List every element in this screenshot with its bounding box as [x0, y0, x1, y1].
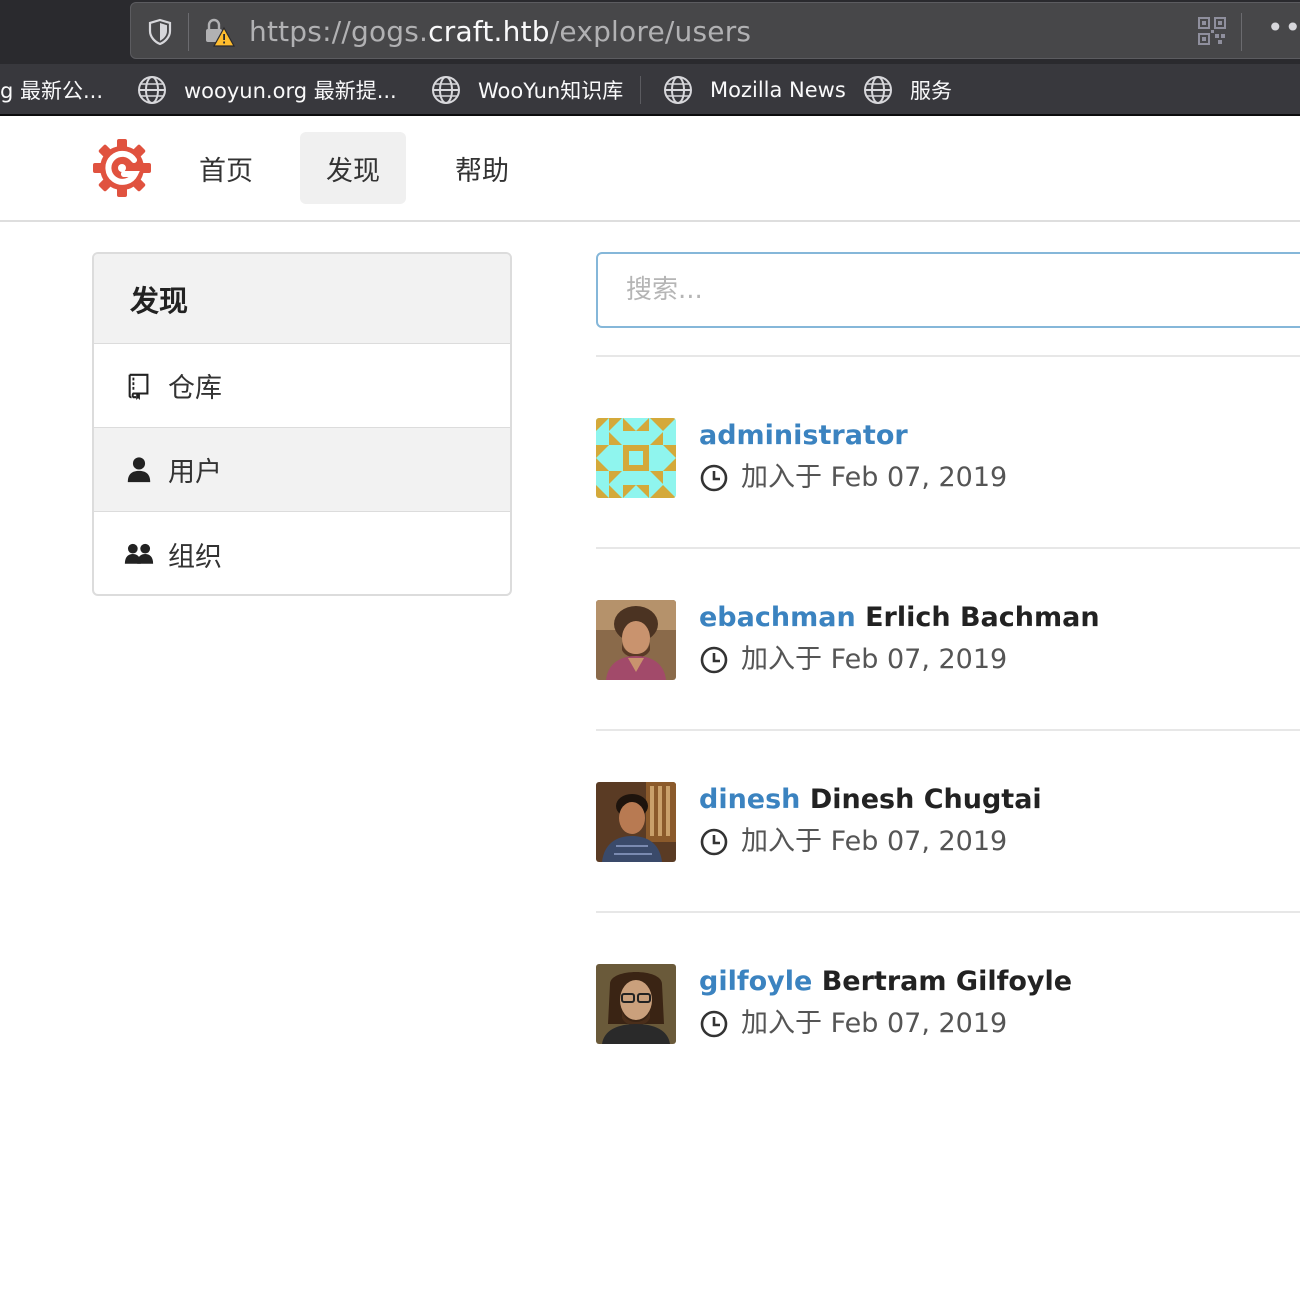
address-separator — [188, 13, 189, 51]
user-photo-icon — [596, 964, 676, 1044]
qr-code-icon[interactable] — [1197, 16, 1227, 46]
list-divider — [596, 911, 1300, 913]
user-photo-icon — [596, 782, 676, 862]
bookmark-label: Mozilla News — [710, 78, 846, 102]
nav-home[interactable]: 首页 — [173, 132, 279, 204]
bookmark-item[interactable]: 服务 — [862, 74, 952, 106]
joined-date: 加入于 Feb 07, 2019 — [741, 826, 1008, 857]
identicon-icon — [596, 418, 676, 498]
bookmark-label: WooYun知识库 — [478, 79, 624, 103]
sidebar-item-repositories[interactable]: 仓库 — [94, 344, 510, 428]
globe-icon — [432, 76, 460, 104]
joined-date: 加入于 Feb 07, 2019 — [741, 462, 1008, 493]
browser-toolbar: https://gogs.craft.htb/explore/users ••• — [0, 0, 1300, 64]
user-name-line: ebachman Erlich Bachman — [699, 600, 1100, 636]
globe-icon — [864, 76, 892, 104]
user-full-name: Erlich Bachman — [865, 602, 1100, 633]
sidebar-title: 发现 — [94, 254, 510, 344]
list-divider — [596, 729, 1300, 731]
person-icon — [124, 455, 154, 485]
url-text[interactable]: https://gogs.craft.htb/explore/users — [249, 15, 751, 49]
tracking-shield-icon[interactable] — [145, 17, 175, 47]
nav-explore[interactable]: 发现 — [300, 132, 406, 204]
list-divider — [596, 547, 1300, 549]
user-list-item: administrator 加入于 Feb 07, 2019 — [596, 418, 1300, 498]
user-joined: 加入于 Feb 07, 2019 — [699, 642, 1007, 678]
sidebar-item-label: 用户 — [168, 457, 222, 488]
avatar[interactable] — [596, 964, 676, 1044]
bookmark-item[interactable]: wooyun.org 最新提... — [136, 74, 397, 106]
avatar[interactable] — [596, 782, 676, 862]
avatar[interactable] — [596, 418, 676, 498]
user-joined: 加入于 Feb 07, 2019 — [699, 824, 1007, 860]
sidebar-item-label: 组织 — [168, 541, 222, 573]
user-name-line: dinesh Dinesh Chugtai — [699, 782, 1042, 818]
site-header: 首页 发现 帮助 — [0, 116, 1300, 222]
clock-icon — [700, 1010, 728, 1038]
user-full-name: Dinesh Chugtai — [809, 784, 1042, 815]
gogs-logo-icon[interactable] — [90, 136, 154, 200]
username-link[interactable]: ebachman — [699, 602, 856, 633]
bookmark-label: g 最新公... — [0, 79, 104, 103]
organization-icon — [124, 539, 154, 569]
address-separator-2 — [1241, 13, 1242, 51]
sidebar-item-users[interactable]: 用户 — [94, 428, 510, 512]
joined-date: 加入于 Feb 07, 2019 — [741, 1008, 1008, 1039]
clock-icon — [700, 646, 728, 674]
page-actions-more-icon[interactable]: ••• — [1267, 11, 1300, 45]
sidebar-item-label: 仓库 — [168, 373, 222, 404]
user-list-item: dinesh Dinesh Chugtai 加入于 Feb 07, 2019 — [596, 782, 1300, 862]
user-joined: 加入于 Feb 07, 2019 — [699, 460, 1007, 496]
joined-date: 加入于 Feb 07, 2019 — [741, 644, 1008, 675]
globe-icon — [664, 76, 692, 104]
bookmarks-toolbar: g 最新公... wooyun.org 最新提... WooYun知识库 Moz… — [0, 64, 1300, 116]
bookmark-item[interactable]: Mozilla News — [662, 74, 846, 106]
bookmark-item[interactable]: g 最新公... — [0, 74, 103, 106]
insecure-lock-icon[interactable] — [203, 16, 235, 48]
bookmark-label: 服务 — [910, 79, 952, 103]
sidebar-item-organizations[interactable]: 组织 — [94, 512, 510, 594]
user-list-item: ebachman Erlich Bachman 加入于 Feb 07, 2019 — [596, 600, 1300, 680]
bookmark-item[interactable]: WooYun知识库 — [430, 74, 623, 106]
user-joined: 加入于 Feb 07, 2019 — [699, 1006, 1007, 1042]
explore-sidebar: 发现 仓库 用户 组织 — [92, 252, 512, 596]
user-name-line: administrator — [699, 418, 908, 454]
username-link[interactable]: administrator — [699, 420, 908, 451]
address-bar[interactable]: https://gogs.craft.htb/explore/users ••• — [130, 2, 1300, 59]
globe-icon — [138, 76, 166, 104]
bookmark-separator — [640, 76, 641, 104]
avatar[interactable] — [596, 600, 676, 680]
user-full-name: Bertram Gilfoyle — [821, 966, 1073, 997]
clock-icon — [700, 464, 728, 492]
clock-icon — [700, 828, 728, 856]
list-divider — [596, 355, 1300, 357]
user-search-input[interactable] — [596, 252, 1300, 328]
user-photo-icon — [596, 600, 676, 680]
user-list-item: gilfoyle Bertram Gilfoyle 加入于 Feb 07, 20… — [596, 964, 1300, 1044]
nav-help[interactable]: 帮助 — [429, 132, 535, 204]
bookmark-label: wooyun.org 最新提... — [184, 79, 397, 103]
username-link[interactable]: dinesh — [699, 784, 800, 815]
user-name-line: gilfoyle Bertram Gilfoyle — [699, 964, 1072, 1000]
repo-icon — [124, 371, 154, 401]
username-link[interactable]: gilfoyle — [699, 966, 812, 997]
